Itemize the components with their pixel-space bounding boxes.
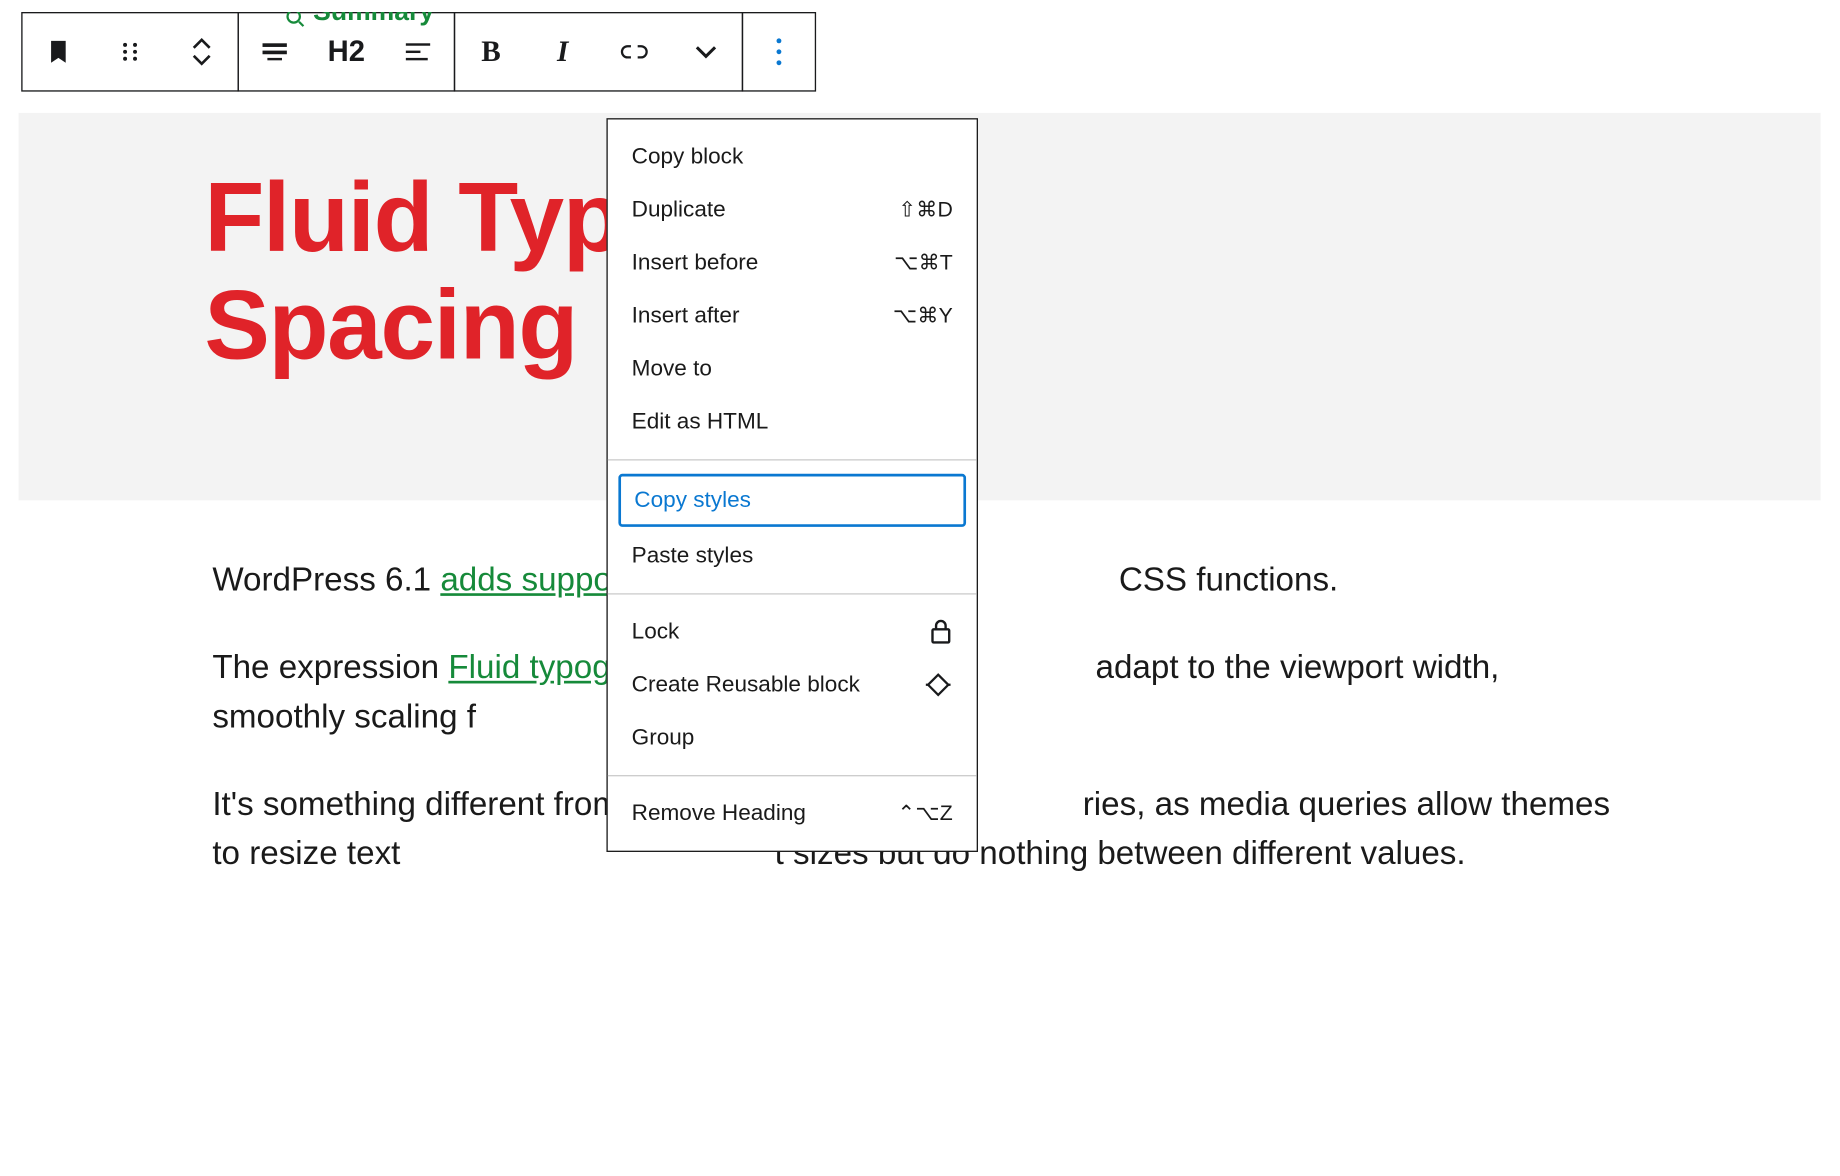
menu-lock[interactable]: Lock xyxy=(608,605,977,658)
link-button[interactable] xyxy=(598,13,670,90)
menu-copy-block[interactable]: Copy block xyxy=(608,130,977,183)
menu-remove-heading[interactable]: Remove Heading⌃⌥Z xyxy=(608,787,977,840)
link-adds-support[interactable]: adds support xyxy=(440,561,632,598)
block-options-menu: Copy block Duplicate⇧⌘D Insert before⌥⌘T… xyxy=(606,118,978,852)
bold-button[interactable]: B xyxy=(455,13,527,90)
chevron-up-icon xyxy=(192,37,211,50)
menu-move-to[interactable]: Move to xyxy=(608,342,977,395)
reusable-icon xyxy=(924,672,953,699)
menu-copy-styles[interactable]: Copy styles xyxy=(618,474,966,527)
menu-edit-as-html[interactable]: Edit as HTML xyxy=(608,396,977,449)
italic-button[interactable]: I xyxy=(527,13,599,90)
menu-group[interactable]: Group xyxy=(608,711,977,764)
more-formatting-button[interactable] xyxy=(670,13,742,90)
block-type-icon[interactable] xyxy=(23,13,95,90)
summary-fragment: Summary xyxy=(284,12,434,28)
align-icon xyxy=(260,40,289,64)
move-up-down-button[interactable] xyxy=(166,13,238,90)
drag-handle-button[interactable] xyxy=(94,13,166,90)
lock-icon xyxy=(929,618,953,645)
menu-insert-after[interactable]: Insert after⌥⌘Y xyxy=(608,289,977,342)
bookmark-icon xyxy=(44,37,73,66)
chevron-down-icon xyxy=(192,53,211,66)
drag-icon xyxy=(118,40,142,64)
menu-create-reusable[interactable]: Create Reusable block xyxy=(608,658,977,711)
text-align-left-icon xyxy=(403,40,432,64)
menu-paste-styles[interactable]: Paste styles xyxy=(608,530,977,583)
chevron-down-icon xyxy=(695,45,716,58)
link-icon xyxy=(620,43,649,62)
menu-insert-before[interactable]: Insert before⌥⌘T xyxy=(608,236,977,289)
menu-duplicate[interactable]: Duplicate⇧⌘D xyxy=(608,183,977,236)
more-options-button[interactable] xyxy=(743,13,815,90)
kebab-icon xyxy=(775,37,783,66)
